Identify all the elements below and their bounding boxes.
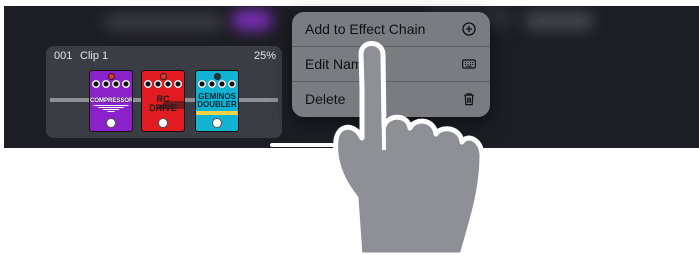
knob-icon xyxy=(228,80,236,88)
footswitch-icon xyxy=(106,118,116,128)
footswitch-icon xyxy=(212,118,222,128)
pedal-graphic xyxy=(196,111,238,115)
clip-percent: 25% xyxy=(253,50,276,62)
pedal-knobs xyxy=(92,80,130,88)
knob-icon xyxy=(102,80,110,88)
pedal-graphic xyxy=(92,105,130,113)
knob-icon xyxy=(154,80,162,88)
footswitch-icon xyxy=(158,118,168,128)
pedal-led xyxy=(108,73,115,80)
compressor-pedal[interactable]: COMPRESSOR xyxy=(89,70,133,132)
blurred-background-content xyxy=(104,14,224,30)
pedal-led xyxy=(160,73,167,80)
knob-icon xyxy=(164,80,172,88)
knob-icon xyxy=(208,80,216,88)
knob-icon xyxy=(198,80,206,88)
knob-icon xyxy=(92,80,100,88)
clip-name: Clip 1 xyxy=(80,50,109,62)
geminos-doubler-pedal[interactable]: GEMINOS DOUBLER xyxy=(195,70,239,132)
rc-drive-pedal[interactable]: RC DRIVE xyxy=(141,70,185,132)
knob-icon xyxy=(144,80,152,88)
clip-number: 001 xyxy=(54,50,73,62)
knob-icon xyxy=(174,80,182,88)
knob-icon xyxy=(122,80,130,88)
pedal-knobs xyxy=(144,80,182,88)
pedal-knobs xyxy=(198,80,236,88)
blurred-background-content xyxy=(524,12,594,30)
pedal-label: GEMINOS DOUBLER xyxy=(197,92,237,109)
pointing-hand-icon xyxy=(333,41,485,255)
pedal-label: RC DRIVE xyxy=(149,94,177,113)
pedal-led xyxy=(214,73,221,80)
knob-icon xyxy=(112,80,120,88)
pedal-label: COMPRESSOR xyxy=(90,98,133,104)
blurred-background-content xyxy=(232,10,272,30)
knob-icon xyxy=(218,80,226,88)
clip-card[interactable]: 001 Clip 1 25% COMPRESSOR RC DRIVE GEMIN… xyxy=(46,46,282,138)
